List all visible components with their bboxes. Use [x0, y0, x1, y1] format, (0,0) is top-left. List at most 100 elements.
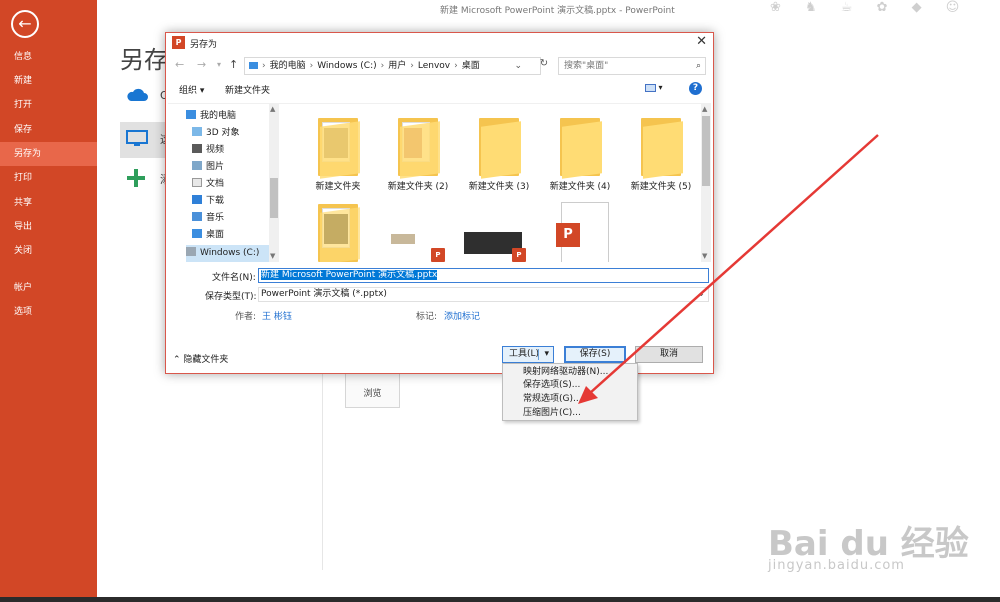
- file-item-folder-2[interactable]: 新建文件夹 (2): [379, 116, 457, 192]
- file-item-folder-5[interactable]: 新建文件夹 (5): [622, 116, 700, 192]
- folder-icon: [316, 116, 360, 179]
- file-item-photos-pptx[interactable]: P: [464, 232, 526, 262]
- backstage-item-new[interactable]: 新建: [0, 69, 97, 93]
- scroll-down-icon[interactable]: ▼: [270, 252, 275, 260]
- tags-value[interactable]: 添加标记: [444, 309, 480, 322]
- backstage-item-export[interactable]: 导出: [0, 215, 97, 239]
- author-value[interactable]: 王 彬钰: [262, 309, 292, 322]
- files-scrollbar[interactable]: ▲ ▼: [701, 104, 711, 262]
- nav-item-music[interactable]: 音乐: [192, 210, 279, 227]
- organize-button[interactable]: 组织 ▾: [179, 83, 204, 96]
- browser-area: 我的电脑 3D 对象 视频 图片 文档 下载 音乐 桌面 Windows (C:…: [168, 103, 711, 262]
- filename-label: 文件名(N):: [212, 273, 256, 283]
- taskbar-strip: [0, 597, 1000, 602]
- file-item-folder-3[interactable]: 新建文件夹 (3): [460, 116, 538, 192]
- address-row: ← → ▾ ↑ › 我的电脑 › Windows (C:) › 用户 › Lenvov › 桌面 …: [166, 55, 713, 77]
- scroll-up-icon[interactable]: ▲: [270, 105, 275, 113]
- file-item-folder-4[interactable]: 新建文件夹 (4): [541, 116, 619, 192]
- back-arrow-icon[interactable]: ←: [11, 10, 39, 38]
- file-list: 新建文件夹 新建文件夹 (2) 新建文件夹 (3) 新建文件夹 (4) 新建文件…: [281, 104, 701, 262]
- nav-item-3d-objects[interactable]: 3D 对象: [192, 125, 279, 142]
- breadcrumb-desktop[interactable]: 桌面: [462, 61, 480, 71]
- backstage-item-share[interactable]: 共享: [0, 191, 97, 215]
- save-button[interactable]: 保存(S): [564, 346, 626, 363]
- breadcrumb-my-computer[interactable]: 我的电脑: [270, 61, 306, 71]
- tools-menu: 映射网络驱动器(N)... 保存选项(S)... 常规选项(G)... 压缩图片…: [502, 363, 638, 421]
- computer-icon: [186, 110, 196, 119]
- view-options-icon[interactable]: ▾: [645, 83, 665, 94]
- new-folder-button[interactable]: 新建文件夹: [225, 83, 270, 96]
- nav-item-label: 桌面: [206, 230, 225, 240]
- search-placeholder: 搜索"桌面": [564, 61, 609, 71]
- backstage-item-save-as[interactable]: 另存为: [0, 142, 97, 166]
- powerpoint-app-icon: P: [172, 36, 185, 49]
- breadcrumb-lenvov[interactable]: Lenvov: [418, 61, 450, 71]
- search-input[interactable]: 搜索"桌面" ⌕: [558, 57, 706, 75]
- nav-item-pictures[interactable]: 图片: [192, 159, 279, 176]
- nav-item-documents[interactable]: 文档: [192, 176, 279, 193]
- hide-folders-toggle[interactable]: ⌃ 隐藏文件夹: [173, 352, 228, 365]
- breadcrumb-windows-c[interactable]: Windows (C:): [317, 61, 376, 71]
- forward-nav-icon[interactable]: →: [197, 58, 206, 71]
- backstage-item-account[interactable]: 帐户: [0, 276, 97, 300]
- file-item-folder[interactable]: 新建文件夹: [299, 116, 377, 192]
- cancel-button[interactable]: 取消: [635, 346, 703, 363]
- menu-item-save-options[interactable]: 保存选项(S)...: [523, 379, 635, 392]
- address-bar[interactable]: › 我的电脑 › Windows (C:) › 用户 › Lenvov › 桌面 ⌄: [244, 57, 541, 75]
- filename-field[interactable]: 新建 Microsoft PowerPoint 演示文稿.pptx: [258, 268, 709, 283]
- nav-scrollbar[interactable]: ▲ ▼: [269, 104, 279, 262]
- recent-dropdown-icon[interactable]: ▾: [217, 60, 221, 69]
- address-dropdown-icon[interactable]: ⌄: [514, 58, 522, 74]
- backstage-item-close[interactable]: 关闭: [0, 239, 97, 263]
- nav-item-label: Windows (C:): [200, 248, 260, 258]
- music-folder-icon: [192, 212, 202, 221]
- folder-icon: [316, 202, 360, 262]
- folder-icon: [396, 116, 440, 179]
- file-item-photo-folder[interactable]: [299, 202, 377, 262]
- nav-item-desktop[interactable]: 桌面: [192, 227, 279, 244]
- help-icon[interactable]: ?: [689, 82, 702, 95]
- refresh-icon[interactable]: ↻: [537, 58, 551, 72]
- close-icon[interactable]: ✕: [696, 34, 707, 49]
- backstage-divider: [322, 370, 323, 570]
- nav-item-my-computer[interactable]: 我的电脑: [186, 108, 279, 125]
- backstage-item-print[interactable]: 打印: [0, 166, 97, 190]
- backstage-item-options[interactable]: 选项: [0, 300, 97, 324]
- scroll-up-icon[interactable]: ▲: [702, 105, 707, 113]
- breadcrumb-users[interactable]: 用户: [388, 61, 406, 71]
- app-title: 新建 Microsoft PowerPoint 演示文稿.pptx - Powe…: [440, 6, 675, 16]
- chevron-up-icon: ⌃: [173, 355, 184, 365]
- menu-item-compress-pictures[interactable]: 压缩图片(C)...: [523, 407, 635, 420]
- backstage-item-save[interactable]: 保存: [0, 118, 97, 142]
- nav-scroll-thumb[interactable]: [270, 178, 278, 218]
- documents-folder-icon: [192, 178, 202, 187]
- save-as-dialog: P 另存为 ✕ ← → ▾ ↑ › 我的电脑 › Windows (C:) › 用户 › Le…: [165, 32, 714, 374]
- menu-item-map-network-drive[interactable]: 映射网络驱动器(N)...: [523, 366, 635, 379]
- backstage-item-open[interactable]: 打开: [0, 93, 97, 117]
- filetype-select[interactable]: PowerPoint 演示文稿 (*.pptx) ⌄: [258, 287, 709, 302]
- nav-item-windows-c[interactable]: Windows (C:): [186, 245, 269, 262]
- folder-icon: [639, 116, 683, 179]
- nav-item-label: 下载: [206, 196, 225, 206]
- add-place-icon[interactable]: [126, 168, 146, 191]
- search-icon[interactable]: ⌕: [696, 58, 701, 74]
- drive-icon: [186, 247, 196, 256]
- nav-item-downloads[interactable]: 下载: [192, 193, 279, 210]
- tools-button[interactable]: 工具(L) ▾: [502, 346, 554, 363]
- back-nav-icon[interactable]: ←: [175, 58, 184, 71]
- menu-item-general-options[interactable]: 常规选项(G)...: [523, 393, 635, 406]
- folder-path-icon: [249, 62, 258, 69]
- scroll-down-icon[interactable]: ▼: [702, 252, 707, 260]
- downloads-folder-icon: [192, 195, 202, 204]
- chevron-down-icon: ▾: [544, 349, 549, 359]
- nav-item-video[interactable]: 视频: [192, 142, 279, 159]
- filename-value: 新建 Microsoft PowerPoint 演示文稿.pptx: [261, 270, 438, 280]
- file-label: 新建文件夹 (3): [468, 182, 530, 192]
- onedrive-cloud-icon[interactable]: [126, 88, 148, 105]
- file-item-pptx[interactable]: P: [541, 202, 611, 262]
- files-scroll-thumb[interactable]: [702, 116, 710, 186]
- backstage-item-info[interactable]: 信息: [0, 45, 97, 69]
- file-item-image-pptx[interactable]: P: [391, 234, 445, 262]
- up-folder-icon[interactable]: ↑: [229, 58, 238, 71]
- this-pc-icon: [126, 130, 148, 151]
